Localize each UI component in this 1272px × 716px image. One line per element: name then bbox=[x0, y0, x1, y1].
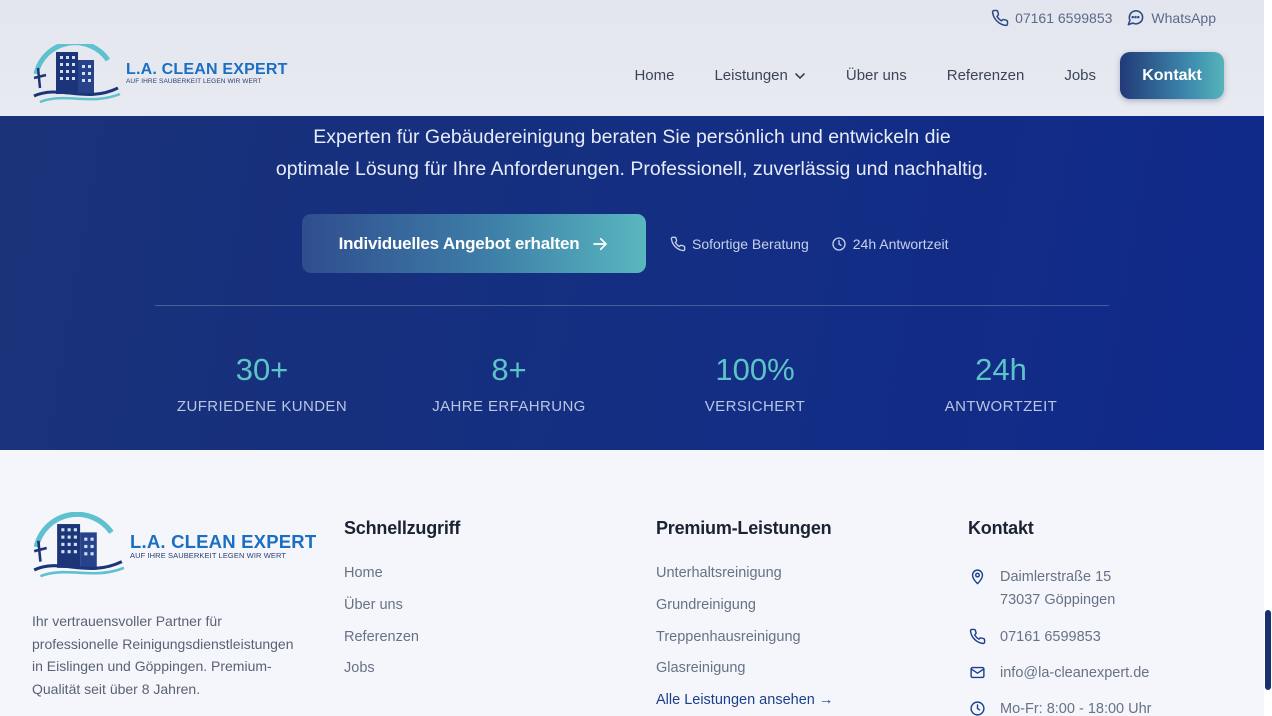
phone-icon bbox=[670, 236, 686, 251]
logo-title: L.A. CLEAN EXPERT bbox=[126, 61, 288, 78]
logo-building-icon bbox=[33, 512, 125, 578]
footer-logo-tagline: AUF IHRE SAUBERKEIT LEGEN WIR WERT bbox=[130, 551, 287, 560]
site-footer: L.A. CLEAN EXPERT AUF IHRE SAUBERKEIT LE… bbox=[0, 450, 1264, 716]
meta-antwortzeit: 24h Antwortzeit bbox=[831, 235, 949, 252]
topbar-whatsapp-text: WhatsApp bbox=[1151, 9, 1216, 26]
nav-leistungen[interactable]: Leistungen bbox=[714, 67, 805, 84]
stat-antwortzeit-value: 24h bbox=[975, 352, 1027, 387]
stat-erfahrung-value: 8+ bbox=[491, 352, 527, 387]
logo-tagline: AUF IHRE SAUBERKEIT LEGEN WIR WERT bbox=[126, 78, 262, 85]
stat-versichert-label: VERSICHERT bbox=[704, 398, 806, 415]
mail-icon bbox=[970, 666, 985, 679]
topbar-phone-text: 07161 6599853 bbox=[1015, 9, 1113, 26]
cta-row: Individuelles Angebot erhalten Sofortige… bbox=[302, 214, 948, 273]
topbar: 07161 6599853 WhatsApp bbox=[991, 8, 1216, 27]
phone-icon bbox=[991, 9, 1009, 26]
arrow-right-icon bbox=[593, 237, 608, 250]
nav-home[interactable]: Home bbox=[634, 67, 674, 84]
hero-line-2: optimale Lösung für Ihre Anforderungen. … bbox=[275, 158, 989, 180]
meta-beratung: Sofortige Beratung bbox=[670, 236, 809, 252]
page-scrollbar[interactable] bbox=[1264, 0, 1272, 716]
stat-kunden-value: 30+ bbox=[235, 352, 289, 387]
nav-jobs[interactable]: Jobs bbox=[1064, 67, 1096, 84]
contact-list: Daimlerstraße 15 73037 Göppingen 07161 6… bbox=[968, 566, 1152, 716]
site-header: 07161 6599853 WhatsApp L.A. CLEAN EXPERT… bbox=[0, 0, 1264, 116]
nav-referenzen[interactable]: Referenzen bbox=[947, 67, 1025, 84]
quick-link-ueber-uns[interactable]: Über uns bbox=[344, 597, 419, 629]
nav-ueber-uns-label: Über uns bbox=[845, 67, 907, 84]
stat-antwortzeit: 24h ANTWORTZEIT bbox=[881, 352, 1121, 415]
nav-home-label: Home bbox=[634, 67, 675, 84]
stat-antwortzeit-label: ANTWORTZEIT bbox=[944, 398, 1058, 415]
service-link-glas[interactable]: Glasreinigung bbox=[656, 660, 833, 692]
stat-kunden-label: ZUFRIEDENE KUNDEN bbox=[176, 398, 348, 415]
services-heading: Premium-Leistungen bbox=[656, 518, 832, 538]
contact-city: 73037 Göppingen bbox=[1000, 592, 1116, 608]
service-link-unterhalt[interactable]: Unterhaltsreinigung bbox=[656, 565, 833, 597]
contact-street: Daimlerstraße 15 bbox=[1000, 569, 1112, 585]
stat-erfahrung: 8+ JAHRE ERFAHRUNG bbox=[389, 352, 629, 415]
footer-description: Ihr vertrauensvoller Partner für profess… bbox=[32, 613, 294, 697]
meta-antwortzeit-label: 24h Antwortzeit bbox=[852, 235, 949, 252]
logo-building-icon bbox=[33, 44, 121, 104]
contact-address: Daimlerstraße 15 73037 Göppingen bbox=[968, 566, 1152, 626]
service-link-grund[interactable]: Grundreinigung bbox=[656, 597, 833, 629]
hero-line-1: Experten für Gebäudereinigung beraten Si… bbox=[313, 126, 951, 148]
angebot-button[interactable]: Individuelles Angebot erhalten bbox=[302, 214, 646, 273]
contact-heading: Kontakt bbox=[968, 518, 1034, 538]
footer-logo-title: L.A. CLEAN EXPERT bbox=[130, 531, 317, 552]
footer-logo[interactable]: L.A. CLEAN EXPERT AUF IHRE SAUBERKEIT LE… bbox=[30, 512, 316, 582]
quick-link-jobs[interactable]: Jobs bbox=[344, 660, 419, 692]
contact-email[interactable]: info@la-cleanexpert.de bbox=[968, 662, 1152, 698]
scrollbar-thumb[interactable] bbox=[1265, 610, 1271, 690]
topbar-whatsapp-link[interactable]: WhatsApp bbox=[1126, 8, 1216, 27]
quick-link-referenzen[interactable]: Referenzen bbox=[344, 629, 419, 661]
contact-hours-text: Mo-Fr: 8:00 - 18:00 Uhr bbox=[1000, 701, 1152, 716]
quick-heading: Schnellzugriff bbox=[344, 518, 461, 538]
clock-icon bbox=[832, 236, 846, 251]
contact-hours: Mo-Fr: 8:00 - 18:00 Uhr bbox=[968, 698, 1152, 716]
chevron-down-icon bbox=[795, 72, 805, 79]
stat-erfahrung-label: JAHRE ERFAHRUNG bbox=[432, 398, 586, 415]
stat-versichert-value: 100% bbox=[715, 352, 795, 387]
topbar-phone-link[interactable]: 07161 6599853 bbox=[991, 9, 1112, 27]
angebot-button-label: Individuelles Angebot erhalten bbox=[338, 233, 580, 253]
nav-leistungen-label: Leistungen bbox=[714, 67, 788, 84]
map-pin-icon bbox=[971, 569, 984, 585]
nav-referenzen-label: Referenzen bbox=[946, 67, 1025, 84]
kontakt-button[interactable]: Kontakt bbox=[1120, 52, 1224, 99]
quick-link-home[interactable]: Home bbox=[344, 565, 419, 597]
hero-divider bbox=[155, 305, 1109, 306]
hero-section: Experten für Gebäudereinigung beraten Si… bbox=[0, 116, 1264, 450]
stat-versichert: 100% VERSICHERT bbox=[635, 352, 875, 415]
main-nav: Home Leistungen Über uns Referenzen Jobs… bbox=[634, 52, 1224, 99]
hero-description: Experten für Gebäudereinigung beraten Si… bbox=[0, 121, 1264, 185]
service-link-treppenhaus[interactable]: Treppenhausreinigung bbox=[656, 629, 833, 661]
contact-phone[interactable]: 07161 6599853 bbox=[968, 626, 1152, 662]
contact-email-text: info@la-cleanexpert.de bbox=[1000, 665, 1150, 681]
clock-icon bbox=[970, 701, 985, 716]
meta-beratung-label: Sofortige Beratung bbox=[692, 235, 809, 252]
nav-jobs-label: Jobs bbox=[1064, 67, 1096, 84]
nav-ueber-uns[interactable]: Über uns bbox=[846, 67, 907, 84]
services-links: Unterhaltsreinigung Grundreinigung Trepp… bbox=[656, 565, 833, 716]
service-link-all[interactable]: Alle Leistungen ansehen → bbox=[656, 692, 833, 716]
contact-phone-text: 07161 6599853 bbox=[1000, 629, 1101, 645]
phone-icon bbox=[969, 628, 986, 645]
quick-links: Home Über uns Referenzen Jobs bbox=[344, 565, 419, 692]
stat-kunden: 30+ ZUFRIEDENE KUNDEN bbox=[142, 352, 382, 415]
chat-bubble-icon bbox=[1127, 10, 1144, 26]
header-logo[interactable]: L.A. CLEAN EXPERT AUF IHRE SAUBERKEIT LE… bbox=[30, 44, 288, 104]
